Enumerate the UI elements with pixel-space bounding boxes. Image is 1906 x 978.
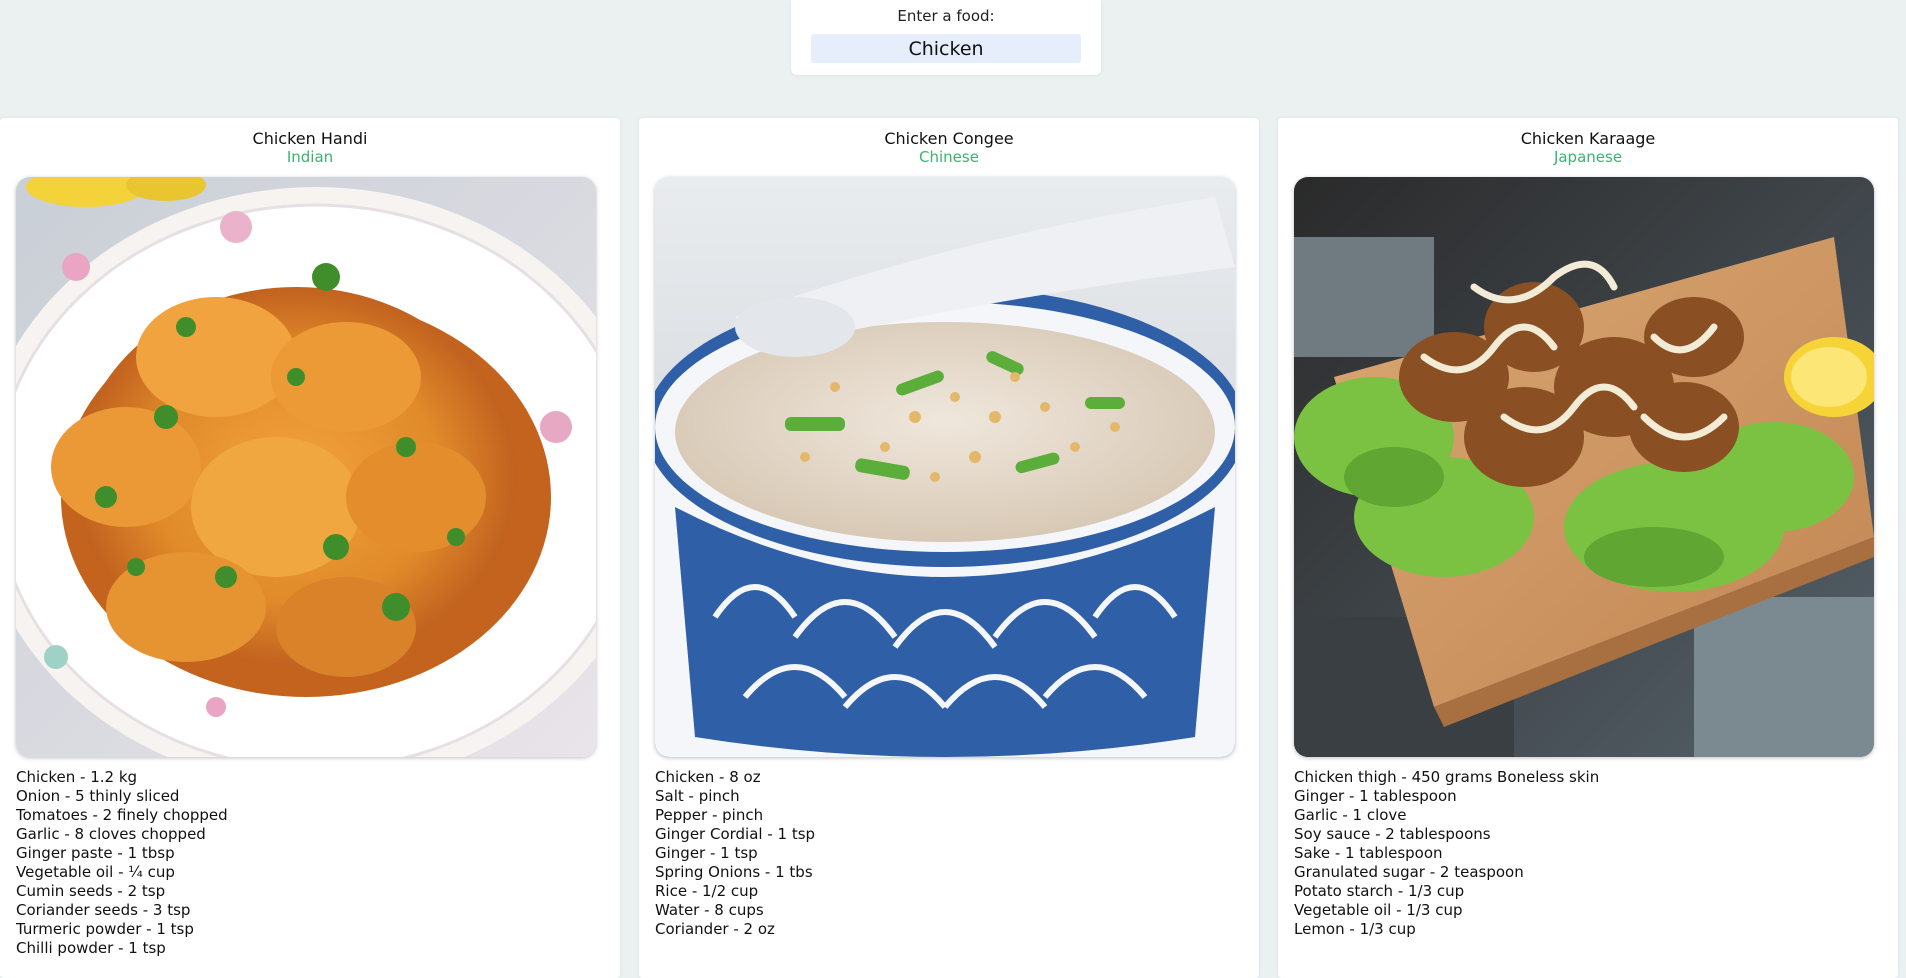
ingredient-item: Chicken - 1.2 kg bbox=[16, 768, 138, 786]
recipe-card: Chicken Handi Indian Chicken - 1.2 kg On… bbox=[0, 118, 620, 978]
ingredient-item: Rice - 1/2 cup bbox=[655, 882, 759, 900]
ingredient-item: Ginger Cordial - 1 tsp bbox=[655, 825, 816, 843]
recipe-card: Chicken Karaage Japanese Chicken thigh -… bbox=[1278, 118, 1898, 978]
ingredient-item: Chilli powder - 1 tsp bbox=[16, 939, 166, 957]
ingredient-item: Ginger - 1 tablespoon bbox=[1294, 787, 1457, 805]
ingredient-item: Granulated sugar - 2 teaspoon bbox=[1294, 863, 1524, 881]
ingredient-item: Water - 8 cups bbox=[655, 901, 764, 919]
ingredient-item: Garlic - 1 clove bbox=[1294, 806, 1407, 824]
ingredient-item: Soy sauce - 2 tablespoons bbox=[1294, 825, 1491, 843]
food-search-input[interactable] bbox=[811, 34, 1081, 63]
recipe-cuisine: Japanese bbox=[1553, 148, 1623, 166]
ingredient-item: Tomatoes - 2 finely chopped bbox=[16, 806, 228, 824]
recipe-image bbox=[1294, 177, 1874, 757]
ingredient-item: Ginger - 1 tsp bbox=[655, 844, 758, 862]
ingredient-list: Chicken - 1.2 kg Onion - 5 thinly sliced… bbox=[16, 768, 228, 958]
recipe-card: Chicken Congee Chinese Chicken - 8 oz Sa… bbox=[639, 118, 1259, 978]
recipe-image bbox=[16, 177, 596, 757]
recipe-title: Chicken Congee bbox=[884, 129, 1014, 148]
recipe-title: Chicken Karaage bbox=[1520, 129, 1656, 148]
recipe-title: Chicken Handi bbox=[252, 129, 368, 148]
ingredient-item: Garlic - 8 cloves chopped bbox=[16, 825, 206, 843]
ingredient-item: Lemon - 1/3 cup bbox=[1294, 920, 1416, 938]
ingredient-list: Chicken thigh - 450 grams Boneless skin … bbox=[1294, 768, 1599, 939]
recipe-image bbox=[655, 177, 1235, 757]
ingredient-item: Ginger paste - 1 tbsp bbox=[16, 844, 175, 862]
ingredient-item: Sake - 1 tablespoon bbox=[1294, 844, 1443, 862]
ingredient-item: Onion - 5 thinly sliced bbox=[16, 787, 180, 805]
ingredient-item: Salt - pinch bbox=[655, 787, 740, 805]
ingredient-item: Turmeric powder - 1 tsp bbox=[16, 920, 194, 938]
recipe-cuisine: Indian bbox=[286, 148, 334, 166]
ingredient-item: Pepper - pinch bbox=[655, 806, 764, 824]
ingredient-item: Chicken - 8 oz bbox=[655, 768, 761, 786]
search-panel: Enter a food: bbox=[791, 0, 1101, 75]
ingredient-item: Vegetable oil - ¼ cup bbox=[16, 863, 175, 881]
recipe-cuisine: Chinese bbox=[919, 148, 979, 166]
ingredient-item: Coriander seeds - 3 tsp bbox=[16, 901, 191, 919]
search-label: Enter a food: bbox=[897, 7, 995, 25]
ingredient-item: Chicken thigh - 450 grams Boneless skin bbox=[1294, 768, 1600, 786]
ingredient-item: Vegetable oil - 1/3 cup bbox=[1294, 901, 1463, 919]
ingredient-item: Cumin seeds - 2 tsp bbox=[16, 882, 166, 900]
ingredient-item: Coriander - 2 oz bbox=[655, 920, 775, 938]
ingredient-list: Chicken - 8 oz Salt - pinch Pepper - pin… bbox=[655, 768, 815, 939]
ingredient-item: Potato starch - 1/3 cup bbox=[1294, 882, 1465, 900]
ingredient-item: Spring Onions - 1 tbs bbox=[655, 863, 813, 881]
